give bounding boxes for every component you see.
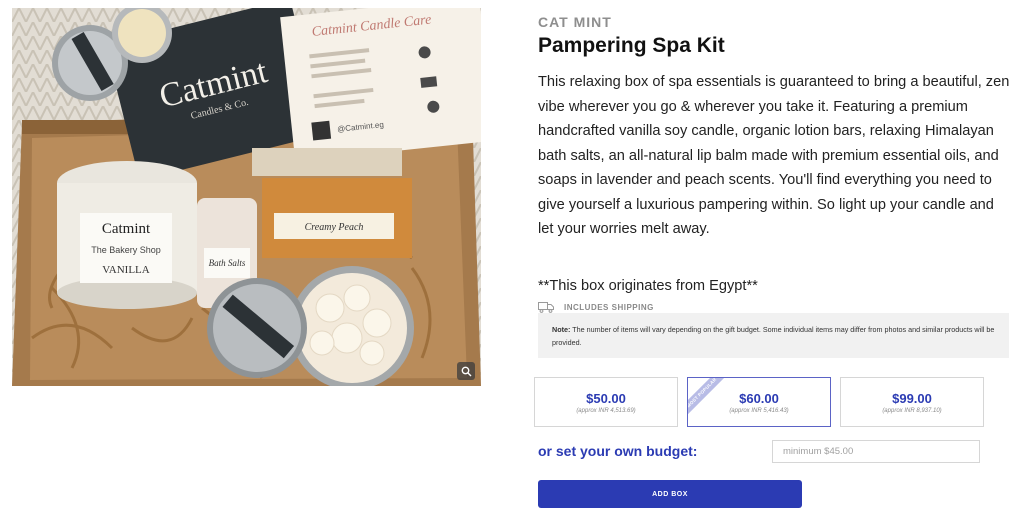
candle-label-brand: Catmint — [102, 221, 151, 237]
salts-label: Bath Salts — [209, 258, 246, 268]
product-info: CAT MINT Pampering Spa Kit This relaxing… — [538, 14, 1010, 313]
product-description: This relaxing box of spa essentials is g… — [538, 74, 1010, 237]
budget-note: Note: The number of items will vary depe… — [538, 313, 1009, 358]
own-budget-label: or set your own budget: — [538, 443, 698, 459]
candle-label-scent: VANILLA — [102, 264, 150, 276]
magnifier-icon — [461, 366, 471, 376]
shipping-label: INCLUDES SHIPPING — [564, 302, 654, 312]
product-brand[interactable]: CAT MINT — [538, 14, 1010, 30]
tier-option[interactable]: $99.00 (approx INR 8,937.10) — [840, 377, 984, 427]
tier-price: $50.00 — [586, 391, 626, 406]
tier-option-selected[interactable]: MOST POPULAR $60.00 (approx INR 5,416.43… — [687, 377, 831, 427]
tier-option[interactable]: $50.00 (approx INR 4,513.69) — [534, 377, 678, 427]
tier-price: $99.00 — [892, 391, 932, 406]
add-box-button[interactable]: ADD BOX — [538, 480, 802, 508]
shipping-info: INCLUDES SHIPPING — [538, 301, 1010, 313]
note-text: The number of items will vary depending … — [552, 325, 995, 347]
budget-tiers: $50.00 (approx INR 4,513.69) MOST POPULA… — [534, 377, 986, 427]
product-title: Pampering Spa Kit — [538, 34, 725, 57]
product-photo[interactable]: Catmint Candles & Co. Catmint Candle Car… — [12, 8, 481, 386]
zoom-button[interactable] — [457, 362, 475, 380]
product-origin: **This box originates from Egypt** — [538, 277, 758, 294]
soap-label: Creamy Peach — [305, 222, 364, 233]
truck-icon — [538, 301, 554, 313]
own-budget-input[interactable] — [772, 440, 980, 463]
tier-approx: (approx INR 8,937.10) — [882, 408, 942, 414]
spa-kit-image: Catmint Candles & Co. Catmint Candle Car… — [12, 8, 481, 386]
note-prefix: Note: — [552, 325, 571, 334]
candle-label-shop: The Bakery Shop — [91, 245, 161, 255]
tier-approx: (approx INR 4,513.69) — [576, 408, 636, 414]
tier-price: $60.00 — [739, 391, 779, 406]
tier-approx: (approx INR 5,416.43) — [729, 408, 789, 414]
